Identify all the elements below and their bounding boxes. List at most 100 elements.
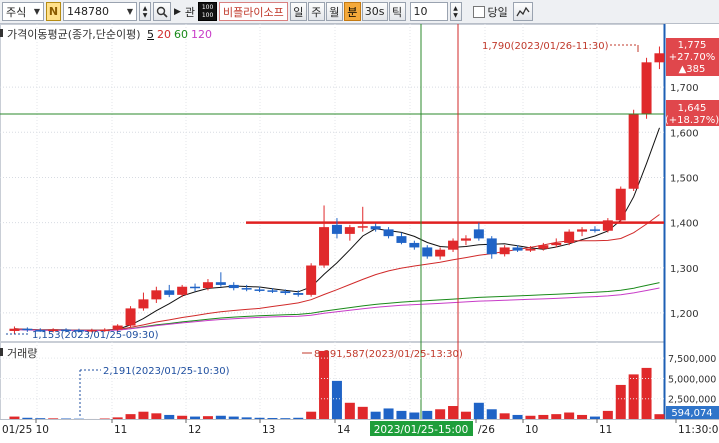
today-checkbox[interactable]: 당일 bbox=[470, 2, 511, 21]
play-button[interactable]: ▶ bbox=[173, 2, 182, 21]
candle-body bbox=[254, 289, 265, 291]
volume-bar bbox=[22, 417, 33, 419]
price-tick-label: 1,400 bbox=[670, 219, 699, 230]
period-tab-3[interactable]: 분 bbox=[343, 2, 361, 21]
candle-body bbox=[628, 114, 639, 189]
volume-title-label: 거래량 bbox=[7, 347, 38, 360]
legend-period-120[interactable]: 120 bbox=[191, 28, 212, 41]
price-tick-label: 1,600 bbox=[670, 128, 699, 139]
volume-bar bbox=[473, 402, 484, 419]
stock-chart[interactable]: 1,700 1,600 1,500 1,400 1,300 1,200 1,790(2023… bbox=[0, 24, 719, 443]
candle-body bbox=[448, 240, 459, 250]
current-price-value: 1,775 bbox=[678, 40, 707, 51]
volume-bar bbox=[319, 350, 330, 419]
crosshair-price-value: 1,645 bbox=[678, 103, 707, 114]
volume-tick-label: 7,500,000 bbox=[668, 354, 716, 365]
candle-body bbox=[370, 226, 381, 230]
candle-body bbox=[215, 282, 226, 285]
volume-tick-label: 5,000,000 bbox=[668, 374, 716, 385]
volume-bar bbox=[357, 406, 368, 419]
search-icon bbox=[156, 6, 168, 18]
period-tab-0[interactable]: 일 bbox=[289, 2, 307, 21]
candle-body bbox=[319, 227, 330, 266]
candle-body bbox=[538, 245, 549, 249]
interval-stepper[interactable]: ▲ ▼ bbox=[449, 2, 462, 21]
volume-title: 거래량 bbox=[3, 345, 37, 361]
volume-bar bbox=[396, 410, 407, 419]
price-tick-label: 1,300 bbox=[670, 264, 699, 275]
hundred-box-button[interactable]: 100 100 bbox=[198, 2, 218, 21]
volume-bar bbox=[164, 414, 175, 419]
candle-body bbox=[138, 299, 149, 309]
candle-body bbox=[473, 229, 484, 239]
legend-period-20[interactable]: 20 bbox=[157, 28, 171, 41]
search-button[interactable] bbox=[153, 2, 171, 21]
period-tab-1[interactable]: 주 bbox=[307, 2, 325, 21]
volume-bar bbox=[138, 411, 149, 419]
candle-body bbox=[190, 286, 201, 289]
low-annotation: 1,153(2023/01/25-09:30) bbox=[32, 330, 159, 341]
volume-bar bbox=[228, 416, 239, 419]
period-tab-2[interactable]: 월 bbox=[325, 2, 343, 21]
stock-code-input[interactable]: 148780 ▼ bbox=[63, 2, 137, 21]
volume-bar bbox=[486, 409, 497, 419]
volume-bar bbox=[499, 413, 510, 419]
candle-body bbox=[551, 242, 562, 246]
candle-body bbox=[202, 282, 213, 289]
legend-period-5[interactable]: 5 bbox=[147, 28, 154, 41]
chart-settings-button[interactable] bbox=[512, 2, 533, 21]
time-tick-label: 11 bbox=[114, 424, 127, 436]
interval-value: 10 bbox=[413, 5, 428, 18]
interval-input[interactable]: 10 bbox=[409, 2, 448, 21]
candle-body bbox=[577, 229, 588, 232]
candle-body bbox=[112, 325, 123, 330]
price-tick-label: 1,500 bbox=[670, 173, 699, 184]
volume-bar bbox=[190, 416, 201, 419]
time-tick-label: 11 bbox=[599, 424, 612, 436]
volume-bar bbox=[602, 410, 613, 419]
volume-bar bbox=[435, 409, 446, 419]
period-tabs: 일 주 월 분 30s 틱 bbox=[289, 2, 406, 21]
stock-name-field[interactable]: 비플라이소프 bbox=[219, 2, 288, 21]
high-annotation: 1,790(2023/01/26-11:30) bbox=[482, 41, 609, 52]
candle-body bbox=[267, 290, 278, 292]
candle-body bbox=[409, 242, 420, 248]
stepper-down-icon: ▼ bbox=[142, 11, 148, 19]
gwan-button[interactable]: 관 bbox=[184, 2, 196, 21]
time-tick-label: 11:30:00 bbox=[678, 424, 719, 436]
current-price-diff: ▲385 bbox=[679, 64, 706, 75]
volume-bar bbox=[331, 380, 342, 419]
period-tab-4[interactable]: 30s bbox=[361, 2, 388, 21]
legend-period-60[interactable]: 60 bbox=[174, 28, 188, 41]
legend-marker-icon bbox=[0, 29, 3, 37]
period-tab-5[interactable]: 틱 bbox=[388, 2, 406, 21]
candle-body bbox=[525, 248, 536, 251]
market-select[interactable]: 주식 ▼ bbox=[2, 2, 44, 21]
volume-bar bbox=[383, 408, 394, 419]
volume-bar bbox=[254, 417, 265, 419]
volume-bar bbox=[344, 402, 355, 419]
candle-body bbox=[357, 226, 368, 228]
gwan-label: 관 bbox=[184, 5, 196, 19]
candle-body bbox=[486, 238, 497, 255]
hundred-box-top: 100 bbox=[201, 3, 214, 11]
candle-body bbox=[512, 247, 523, 251]
stock-name-label: 비플라이소프 bbox=[223, 5, 284, 19]
volume-bar bbox=[125, 414, 136, 419]
time-tick-label: 12 bbox=[188, 424, 201, 436]
volume-bar bbox=[215, 415, 226, 419]
volume-bar bbox=[525, 415, 536, 419]
crosshair-price-change: (+18.37%) bbox=[665, 115, 719, 126]
volume-bar bbox=[641, 367, 652, 419]
volume-bar bbox=[409, 412, 420, 419]
volume-marker-icon bbox=[0, 348, 3, 356]
candle-body bbox=[164, 290, 175, 295]
code-stepper[interactable]: ▲ ▼ bbox=[139, 2, 151, 21]
chart-canvas[interactable]: 1,700 1,600 1,500 1,400 1,300 1,200 1,790(2023… bbox=[0, 24, 719, 443]
volume-bar bbox=[460, 411, 471, 419]
candle-body bbox=[280, 291, 291, 294]
chart-toolbar: 주식 ▼ N 148780 ▼ ▲ ▼ ▶ 관 100 100 비플라이소프 일… bbox=[0, 0, 719, 24]
market-n-badge[interactable]: N bbox=[46, 2, 61, 21]
candle-body bbox=[564, 231, 575, 243]
candle-body bbox=[383, 229, 394, 237]
